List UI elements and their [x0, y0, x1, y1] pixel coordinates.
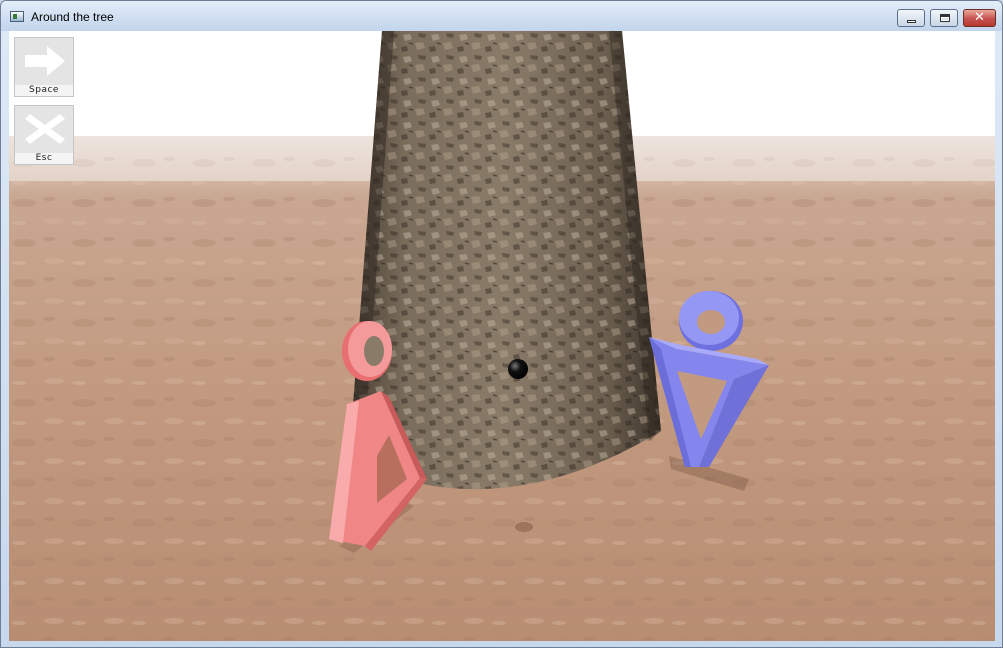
- esc-key-label: Esc: [15, 153, 73, 164]
- close-icon: ✕: [974, 10, 985, 25]
- minimize-icon: [898, 10, 924, 26]
- space-key-label: Space: [15, 85, 73, 96]
- maximize-button[interactable]: [930, 9, 958, 27]
- maximize-icon: [931, 10, 957, 26]
- close-button[interactable]: ✕: [963, 9, 996, 27]
- minimize-button[interactable]: [897, 9, 925, 27]
- space-key-button[interactable]: Space: [14, 37, 74, 97]
- window-title: Around the tree: [31, 10, 114, 24]
- x-cross-icon: [25, 114, 65, 144]
- arrow-right-icon: [25, 46, 65, 76]
- esc-key-button[interactable]: Esc: [14, 105, 74, 165]
- app-icon: [10, 11, 24, 22]
- game-viewport[interactable]: Space Esc: [9, 31, 995, 641]
- title-bar[interactable]: Around the tree ✕: [1, 1, 1002, 31]
- target-ball: [508, 359, 528, 379]
- ground-shadow-spot: [515, 522, 533, 532]
- app-window: Around the tree ✕ Space Esc: [0, 0, 1003, 648]
- scene-canvas: [9, 31, 995, 641]
